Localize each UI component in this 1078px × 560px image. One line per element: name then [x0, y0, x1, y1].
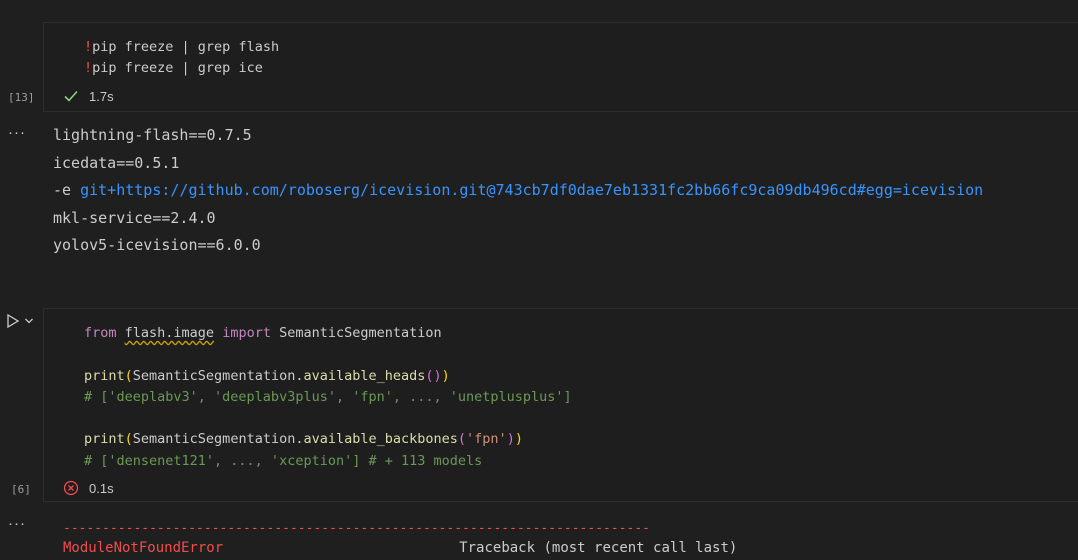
code-line: !pip freeze | grep ice	[84, 60, 263, 76]
chevron-down-icon[interactable]	[24, 316, 34, 326]
execution-time: 1.7s	[89, 88, 114, 104]
output-line: lightning-flash==0.7.5	[53, 126, 252, 144]
execution-count: [13]	[8, 91, 35, 104]
code-line: print(SemanticSegmentation.available_hea…	[84, 368, 450, 384]
code-line: print(SemanticSegmentation.available_bac…	[84, 431, 523, 447]
code-comment: # ['deeplabv3', 'deeplabv3plus', 'fpn', …	[84, 389, 572, 405]
traceback-label: Traceback (most recent call last)	[459, 540, 738, 556]
output-line: icedata==0.5.1	[53, 154, 180, 172]
error-circle-icon	[63, 480, 79, 496]
code-line: from flash.image import SemanticSegmenta…	[84, 325, 442, 341]
execution-count: [6]	[11, 483, 31, 496]
traceback-separator: ----------------------------------------…	[63, 521, 650, 536]
code-comment: # ['densenet121', ..., 'xception'] # + 1…	[84, 453, 483, 469]
repo-link[interactable]: git+https://github.com/roboserg/icevisio…	[80, 181, 983, 199]
traceback-header: ModuleNotFoundError Traceback (most rece…	[63, 538, 737, 558]
output-more-icon[interactable]: ···	[8, 124, 26, 141]
cell-status: 0.1s	[63, 480, 114, 496]
import-warning-squiggle[interactable]: flash.image	[125, 325, 214, 341]
error-name: ModuleNotFoundError	[63, 540, 224, 556]
play-icon[interactable]	[5, 313, 21, 329]
output-line: mkl-service==2.4.0	[53, 209, 216, 227]
code-cell-2[interactable]: from flash.image import SemanticSegmenta…	[43, 308, 1078, 502]
cell-status: 1.7s	[63, 88, 114, 104]
code-cell-1[interactable]: !pip freeze | grep flash !pip freeze | g…	[43, 22, 1078, 112]
run-cell-button[interactable]	[5, 313, 34, 329]
code-line: !pip freeze | grep flash	[84, 39, 280, 55]
output-more-icon[interactable]: ···	[8, 515, 26, 532]
output-line: -e git+https://github.com/roboserg/icevi…	[53, 181, 984, 199]
check-icon	[64, 90, 78, 102]
output-line: yolov5-icevision==6.0.0	[53, 236, 261, 254]
execution-time: 0.1s	[89, 480, 114, 496]
